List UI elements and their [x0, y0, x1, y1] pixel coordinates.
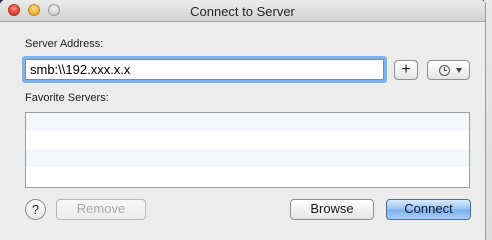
- server-address-input[interactable]: smb:\\192.xxx.x.x: [25, 59, 384, 80]
- clock-icon: [439, 65, 450, 76]
- favorite-servers-label: Favorite Servers:: [25, 92, 109, 104]
- list-item[interactable]: [26, 149, 469, 167]
- list-item[interactable]: [26, 113, 469, 131]
- browse-button[interactable]: Browse: [290, 199, 374, 220]
- chevron-down-icon: [456, 68, 462, 73]
- connect-button[interactable]: Connect: [386, 199, 471, 220]
- help-button[interactable]: ?: [25, 199, 46, 220]
- title-bar[interactable]: Connect to Server: [0, 0, 485, 22]
- server-address-label: Server Address:: [25, 38, 104, 50]
- recent-servers-button[interactable]: [427, 60, 470, 80]
- add-to-favorites-button[interactable]: +: [394, 60, 418, 80]
- remove-button: Remove: [56, 199, 146, 220]
- list-item[interactable]: [26, 167, 469, 185]
- list-item[interactable]: [26, 131, 469, 149]
- favorite-servers-list[interactable]: [25, 112, 470, 188]
- connect-to-server-window: Connect to Server Server Address: smb:\\…: [0, 0, 486, 240]
- window-title: Connect to Server: [190, 4, 295, 19]
